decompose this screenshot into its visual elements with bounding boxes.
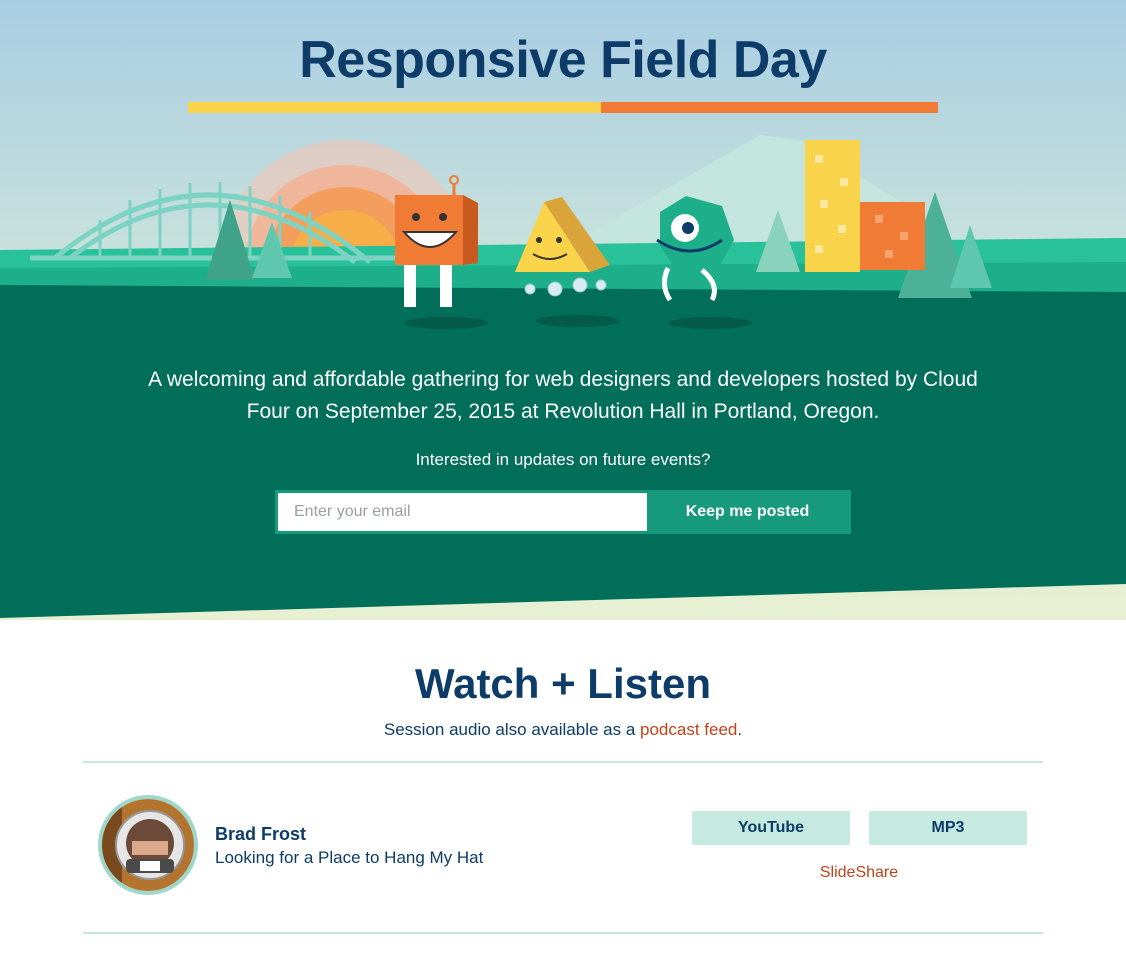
mp3-button[interactable]: MP3 (869, 811, 1027, 845)
subtitle-text: Session audio also available as a (383, 720, 636, 739)
podcast-feed-link[interactable]: podcast feed (640, 720, 737, 739)
title-underline (188, 102, 938, 113)
slideshare-link[interactable]: SlideShare (780, 864, 938, 882)
youtube-button[interactable]: YouTube (692, 811, 850, 845)
divider-top (83, 761, 1043, 763)
updates-prompt: Interested in updates on future events? (415, 450, 711, 469)
speaker-photo (102, 799, 194, 891)
underline-yellow (188, 102, 601, 113)
hero-section: Responsive Field Day A welcoming and aff… (0, 0, 1126, 620)
section-title: Watch + Listen (415, 660, 711, 707)
event-description: A welcoming and affordable gathering for… (148, 368, 978, 423)
talk-title: Looking for a Place to Hang My Hat (215, 848, 484, 867)
underline-orange (601, 102, 938, 113)
speaker-name: Brad Frost (215, 824, 307, 844)
site-title: Responsive Field Day (299, 31, 827, 89)
email-signup-form: Keep me posted (275, 490, 851, 534)
subtitle-period: . (737, 720, 743, 739)
email-input[interactable] (278, 493, 647, 531)
speaker-avatar (98, 795, 198, 895)
keep-me-posted-button[interactable]: Keep me posted (647, 493, 848, 531)
divider-bottom (83, 932, 1043, 934)
section-subtitle: Session audio also available as a podcas… (0, 720, 1126, 740)
